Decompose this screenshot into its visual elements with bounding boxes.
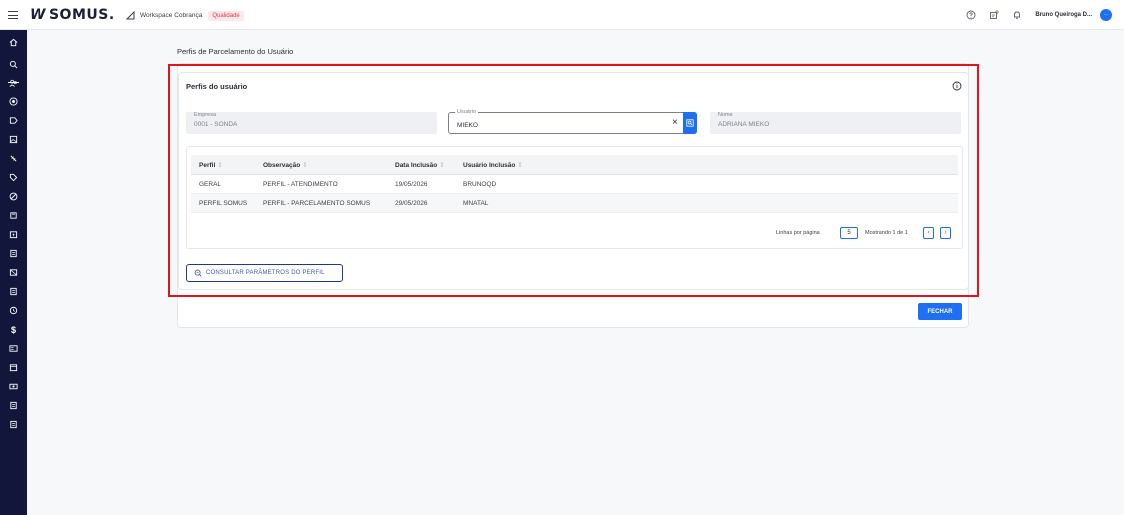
id-card-icon[interactable] <box>8 343 19 354</box>
calendar-icon[interactable] <box>8 229 19 240</box>
ban-icon[interactable] <box>8 191 19 202</box>
home-icon[interactable] <box>8 37 19 48</box>
workspace-selector[interactable]: Workspace Cobrança Qualidade <box>126 9 244 22</box>
slash-icon[interactable] <box>8 153 19 164</box>
environment-badge: Qualidade <box>208 10 244 21</box>
logo-text: SOMUS. <box>48 7 115 23</box>
avatar[interactable]: ·· <box>1100 9 1112 21</box>
circle-plus-icon[interactable] <box>8 96 19 107</box>
users-icon[interactable] <box>8 78 19 89</box>
dollar-icon[interactable]: $ <box>8 324 19 335</box>
top-actions: Bruno Queiroga D... ·· <box>966 0 1124 30</box>
history-icon[interactable] <box>8 305 19 316</box>
search-icon[interactable] <box>8 59 19 70</box>
top-bar: W SOMUS. Workspace Cobrança Qualidade Bru… <box>0 0 1124 30</box>
document-icon[interactable] <box>8 286 19 297</box>
workspace-label: Workspace Cobrança <box>140 12 203 19</box>
calendar-check-icon[interactable] <box>8 362 19 373</box>
list-icon[interactable] <box>8 400 19 411</box>
tag-icon[interactable] <box>8 172 19 183</box>
user-name[interactable]: Bruno Queiroga D... <box>1035 12 1092 18</box>
help-icon[interactable] <box>966 10 976 20</box>
image-icon[interactable] <box>8 134 19 145</box>
close-button[interactable]: FECHAR <box>918 303 962 320</box>
workspace-icon <box>126 11 135 20</box>
sidebar: $ <box>0 30 27 515</box>
page-title: Perfis de Parcelamento do Usuário <box>177 47 294 56</box>
forward-icon[interactable] <box>8 115 19 126</box>
logo[interactable]: W SOMUS. <box>30 7 115 23</box>
unlink-icon[interactable] <box>8 267 19 278</box>
document-icon[interactable] <box>8 248 19 259</box>
menu-icon[interactable] <box>8 11 18 19</box>
notification-settings-icon[interactable] <box>989 10 999 20</box>
highlight-box <box>168 64 979 297</box>
copy-icon[interactable] <box>8 210 19 221</box>
bell-icon[interactable] <box>1012 10 1022 20</box>
money-icon[interactable] <box>8 381 19 392</box>
logo-mark: W <box>30 7 46 23</box>
list-icon[interactable] <box>8 419 19 430</box>
